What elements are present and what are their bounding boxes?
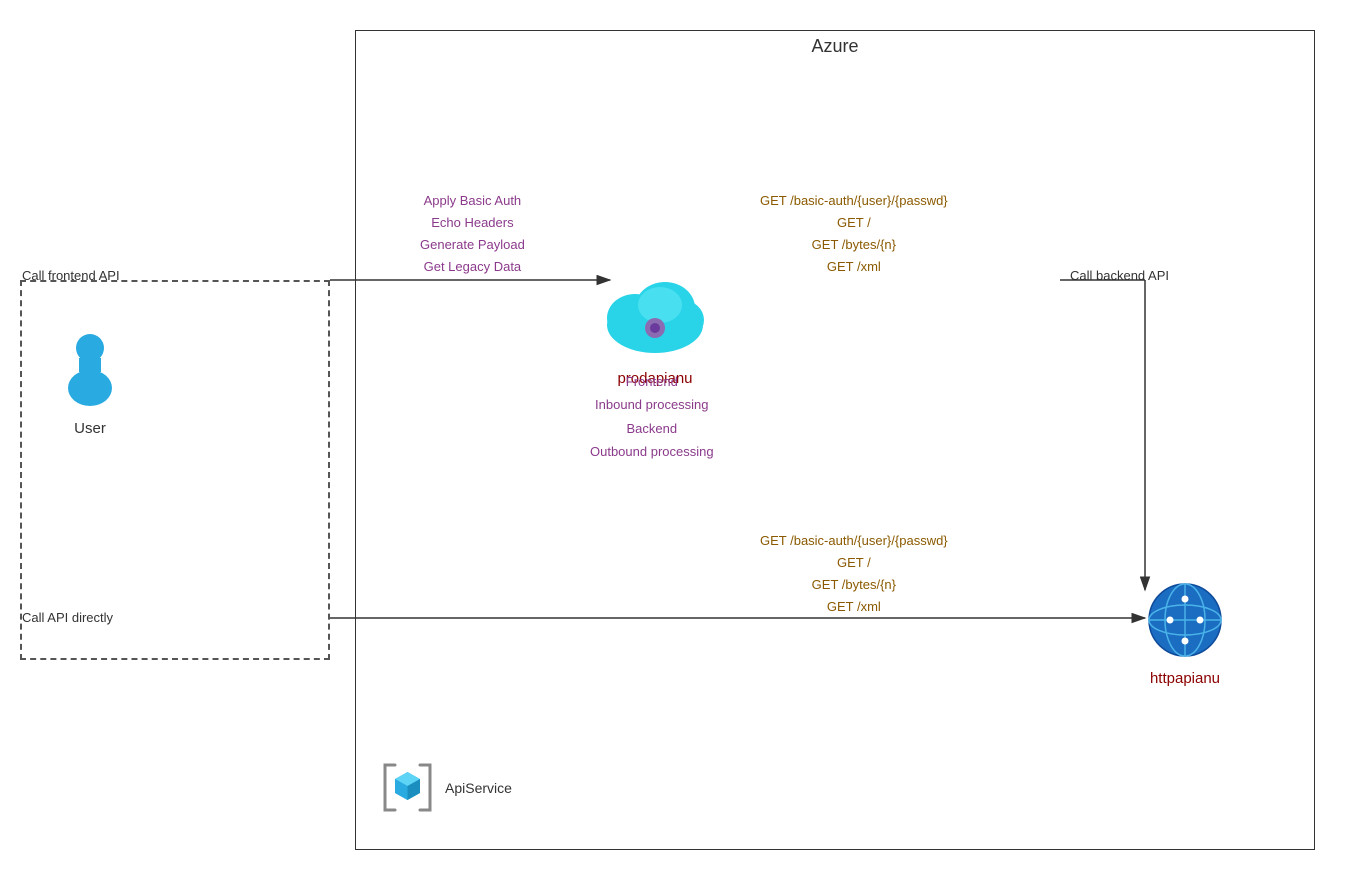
backend-route-bottom-3: GET /xml: [760, 596, 948, 618]
httpapianu-svg: [1145, 580, 1225, 660]
backend-route-top-3: GET /xml: [760, 256, 948, 278]
call-backend-api-label: Call backend API: [1070, 268, 1169, 283]
backend-route-top-1: GET /: [760, 212, 948, 234]
user-label: User: [55, 420, 125, 437]
processing-label-2: Backend: [590, 417, 714, 440]
apiservice-svg: [380, 760, 435, 815]
apiservice-container: ApiService: [380, 760, 512, 815]
backend-route-top-0: GET /basic-auth/{user}/{passwd}: [760, 190, 948, 212]
processing-label-0: Frontend: [590, 370, 714, 393]
cloud-svg: [600, 270, 710, 360]
user-icon: User: [55, 330, 125, 437]
call-frontend-api-label: Call frontend API: [22, 268, 120, 283]
apiservice-label: ApiService: [445, 780, 512, 796]
processing-label-3: Outbound processing: [590, 440, 714, 463]
call-api-directly-label: Call API directly: [22, 610, 113, 625]
azure-box: Azure: [355, 30, 1315, 850]
frontend-op-0: Apply Basic Auth: [420, 190, 525, 212]
httpapianu-label: httpapianu: [1145, 670, 1225, 687]
frontend-op-3: Get Legacy Data: [420, 256, 525, 278]
backend-route-bottom-0: GET /basic-auth/{user}/{passwd}: [760, 530, 948, 552]
backend-routes-top: GET /basic-auth/{user}/{passwd} GET / GE…: [760, 190, 948, 278]
frontend-op-2: Generate Payload: [420, 234, 525, 256]
httpapianu-container: httpapianu: [1145, 580, 1225, 687]
azure-label: Azure: [811, 36, 858, 57]
processing-labels: Frontend Inbound processing Backend Outb…: [590, 370, 714, 464]
user-svg: [55, 330, 125, 410]
processing-label-1: Inbound processing: [590, 393, 714, 416]
backend-routes-bottom: GET /basic-auth/{user}/{passwd} GET / GE…: [760, 530, 948, 618]
backend-route-bottom-1: GET /: [760, 552, 948, 574]
frontend-ops: Apply Basic Auth Echo Headers Generate P…: [420, 190, 525, 278]
backend-route-bottom-2: GET /bytes/{n}: [760, 574, 948, 596]
diagram-container: Azure Call frontend API Call API directl…: [0, 0, 1351, 877]
backend-route-top-2: GET /bytes/{n}: [760, 234, 948, 256]
frontend-op-1: Echo Headers: [420, 212, 525, 234]
